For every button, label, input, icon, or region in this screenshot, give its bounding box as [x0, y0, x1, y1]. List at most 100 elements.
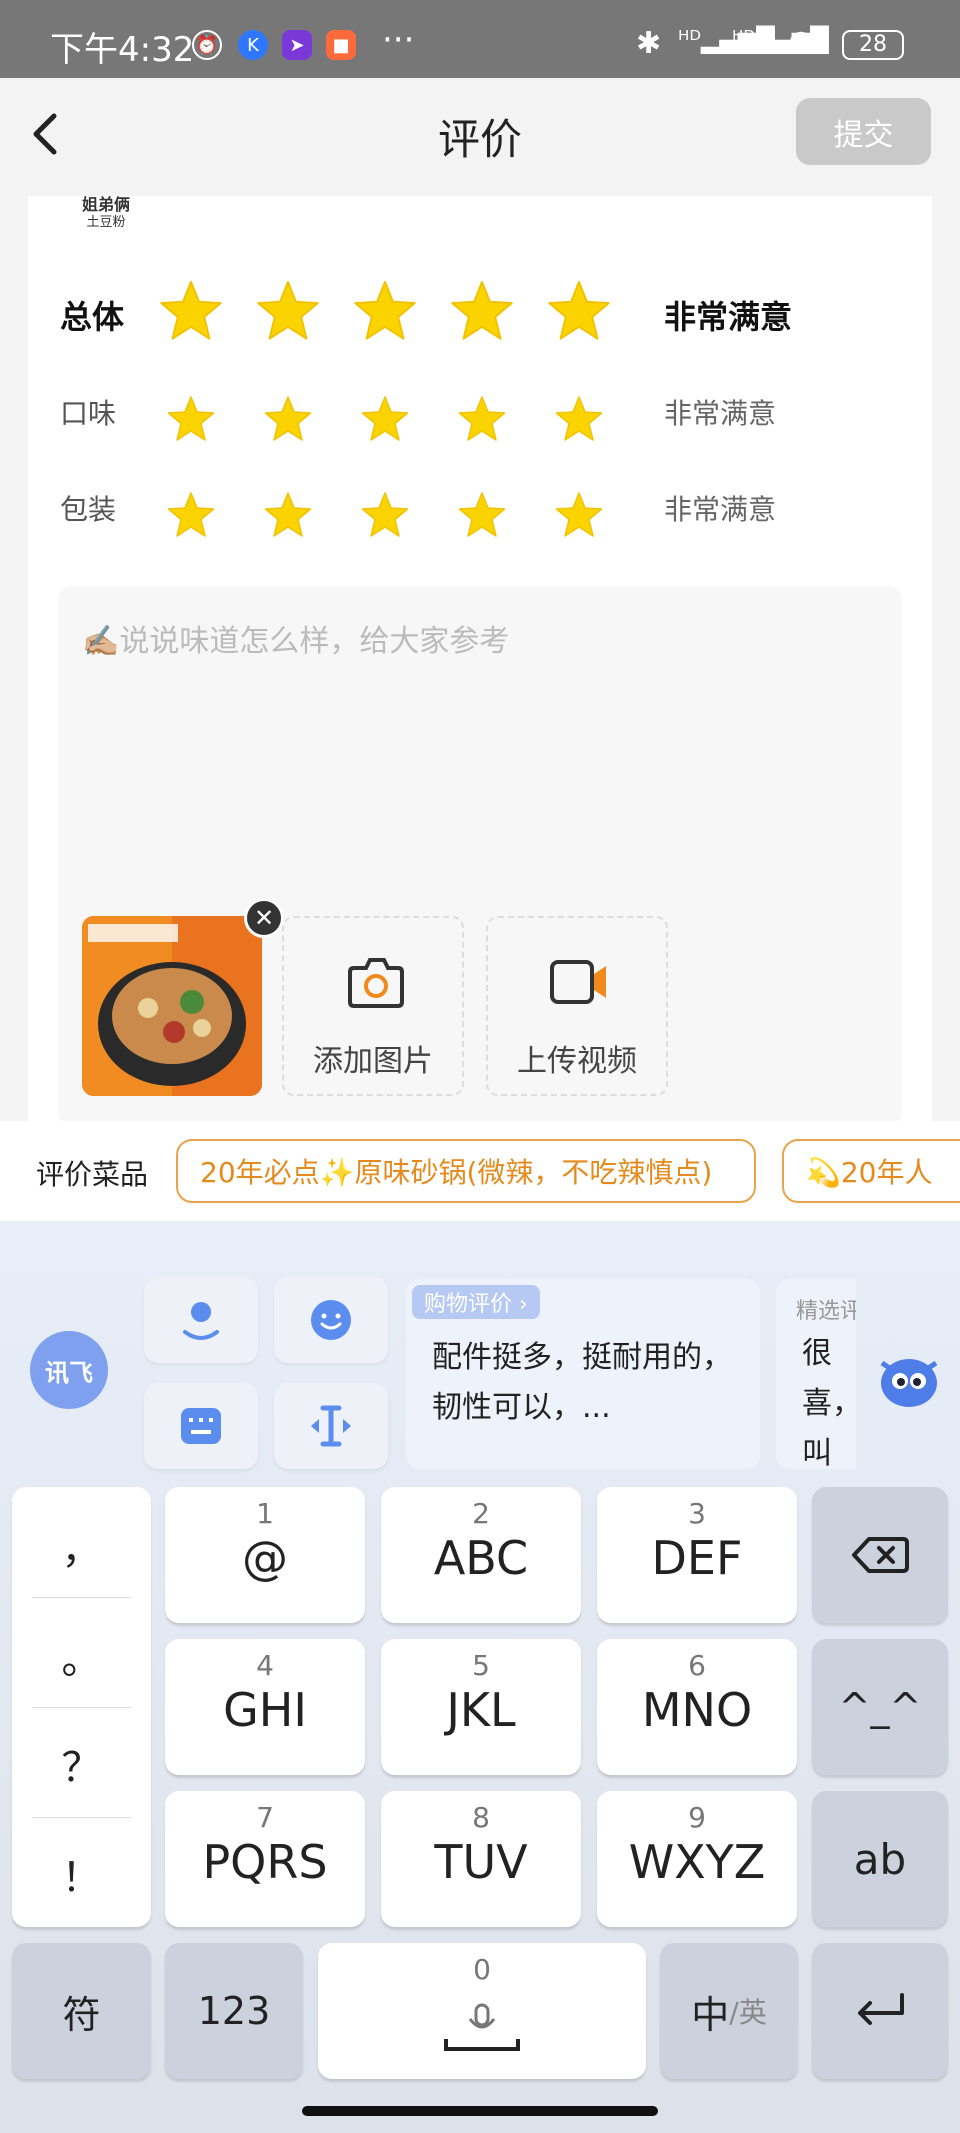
dish-bar-label: 评价菜品	[36, 1158, 149, 1191]
rating-label: 口味	[60, 397, 117, 430]
remove-image-icon[interactable]: ✕	[244, 898, 284, 938]
key-main: PQRS	[202, 1835, 328, 1889]
star-icon[interactable]	[449, 278, 515, 344]
review-placeholder: ✍🏼说说味道怎么样，给大家参考	[82, 624, 510, 659]
key-main: GHI	[223, 1683, 307, 1737]
key-2[interactable]: 2 ABC	[381, 1487, 581, 1623]
key-num: 9	[688, 1801, 706, 1834]
shop-logo-line2: 土豆粉	[86, 215, 126, 230]
key-num: 1	[256, 1497, 274, 1530]
star-icon[interactable]	[554, 490, 604, 540]
key-5[interactable]: 5 JKL	[381, 1639, 581, 1775]
star-icon[interactable]	[457, 394, 507, 444]
star-icon[interactable]	[255, 278, 321, 344]
key-1[interactable]: 1 @	[165, 1487, 365, 1623]
key-num: 7	[256, 1801, 274, 1834]
number-key[interactable]: 123	[165, 1943, 303, 2079]
upload-video-button[interactable]: 上传视频	[486, 916, 668, 1096]
keyboard-icon	[181, 1408, 221, 1444]
ai-suggestion-text: 配件挺多，挺耐用的，韧性可以，...	[432, 1340, 732, 1425]
symbol-key[interactable]: 符	[12, 1943, 151, 2079]
mascot-icon[interactable]	[876, 1351, 942, 1413]
ai-suggestion-text-2: 很喜，叫	[802, 1336, 856, 1469]
star-icon[interactable]	[360, 394, 410, 444]
ai-suggestion-card[interactable]: 购物评价 › 配件挺多，挺耐用的，韧性可以，...	[406, 1279, 760, 1469]
status-bar: 下午4:32 ⏰ K ➤ ■ ··· ✱ ᴴᴰ▂▄▆█ ᴴᴰ▂▄▆█ ◠ 28	[0, 0, 960, 78]
space-num: 0	[473, 1953, 491, 1986]
review-card: 姐弟俩 土豆粉 总体 非常满意 口味 非常满意 包装 非常满意 ✍🏼说说味道怎么…	[28, 196, 932, 1126]
lang-sub: /英	[729, 1996, 767, 2029]
key-num: 2	[472, 1497, 490, 1530]
key-main: TUV	[434, 1835, 528, 1889]
key-7[interactable]: 7 PQRS	[165, 1791, 365, 1927]
shop-logo: 姐弟俩 土豆粉	[56, 196, 156, 234]
dish-chip[interactable]: 20年必点✨原味砂锅(微辣，不吃辣慎点)	[176, 1139, 756, 1203]
key-6[interactable]: 6 MNO	[597, 1639, 797, 1775]
rating-label: 总体	[60, 298, 125, 336]
language-toggle-key[interactable]: 中/英	[660, 1943, 798, 2079]
punct-key[interactable]: ！	[12, 1845, 151, 1903]
ai-suggestion-card-2[interactable]: 精选评 很喜，叫	[776, 1279, 856, 1469]
uploaded-image-thumbnail[interactable]	[82, 916, 262, 1096]
space-key[interactable]: 0	[318, 1943, 646, 2079]
star-icon[interactable]	[352, 278, 418, 344]
key-8[interactable]: 8 TUV	[381, 1791, 581, 1927]
key-4[interactable]: 4 GHI	[165, 1639, 365, 1775]
punct-key[interactable]: ？	[12, 1735, 151, 1793]
number-label: 123	[197, 1989, 271, 2033]
dish-chip[interactable]: 💫20年人	[782, 1139, 960, 1203]
rating-value-package: 非常满意	[664, 493, 777, 526]
key-main: WXYZ	[628, 1835, 766, 1889]
star-icon[interactable]	[554, 394, 604, 444]
bluetooth-icon: ✱	[636, 26, 662, 61]
upload-video-label: 上传视频	[517, 1044, 637, 1079]
home-indicator[interactable]	[302, 2106, 658, 2116]
video-camera-icon	[550, 960, 606, 1004]
star-icon[interactable]	[360, 490, 410, 540]
key-num: 4	[256, 1649, 274, 1682]
punct-key[interactable]: ，	[12, 1517, 151, 1575]
status-time: 下午4:32	[50, 30, 195, 70]
signal-2-icon: ᴴᴰ▂▄▆█	[732, 26, 829, 54]
person-voice-icon	[183, 1302, 219, 1340]
star-icon[interactable]	[263, 394, 313, 444]
rating-label: 包装	[60, 493, 117, 526]
star-icon[interactable]	[457, 490, 507, 540]
lang-main: 中	[691, 1992, 730, 2037]
space-mic-icon	[444, 2003, 520, 2051]
ime-logo[interactable]: 讯飞	[30, 1331, 108, 1409]
cursor-button[interactable]	[274, 1383, 388, 1469]
smile-icon	[311, 1300, 351, 1340]
emoji-button[interactable]	[274, 1277, 388, 1363]
shop-logo-line1: 姐弟俩	[81, 195, 130, 214]
key-num: 5	[472, 1649, 490, 1682]
app-feather-icon: ➤	[282, 30, 312, 60]
enter-key[interactable]	[812, 1943, 948, 2079]
punct-key[interactable]: 。	[12, 1627, 151, 1685]
star-icon[interactable]	[263, 490, 313, 540]
star-icon[interactable]	[166, 490, 216, 540]
symbol-label: 符	[62, 1992, 101, 2037]
emoticon-key[interactable]: ^_^	[812, 1639, 948, 1775]
rating-value-taste: 非常满意	[664, 397, 777, 430]
keyboard: 讯飞 购物评价 › 配件挺多，挺耐用的，韧性可以，... 精选评 很喜，叫 ， …	[0, 1221, 960, 2133]
ai-suggestion-tag: 购物评价 ›	[412, 1285, 540, 1319]
star-icon[interactable]	[546, 278, 612, 344]
review-textarea[interactable]: ✍🏼说说味道怎么样，给大家参考 ✕ 添加图片 上传视频	[58, 586, 902, 1126]
add-image-button[interactable]: 添加图片	[282, 916, 464, 1096]
app-k-icon: K	[238, 30, 268, 60]
text-cursor-icon	[311, 1405, 351, 1447]
backspace-key[interactable]	[812, 1487, 948, 1623]
star-icon[interactable]	[158, 278, 224, 344]
add-image-label: 添加图片	[313, 1044, 433, 1079]
key-3[interactable]: 3 DEF	[597, 1487, 797, 1623]
voice-input-button[interactable]	[144, 1277, 258, 1363]
keyboard-switch-button[interactable]	[144, 1383, 258, 1469]
rating-value-overall: 非常满意	[664, 298, 793, 336]
dish-bar: 评价菜品 20年必点✨原味砂锅(微辣，不吃辣慎点) 💫20年人	[0, 1121, 960, 1221]
submit-button[interactable]: 提交	[796, 98, 931, 165]
key-9[interactable]: 9 WXYZ	[597, 1791, 797, 1927]
camera-icon	[348, 958, 404, 1008]
star-icon[interactable]	[166, 394, 216, 444]
ab-key[interactable]: ab	[812, 1791, 948, 1927]
